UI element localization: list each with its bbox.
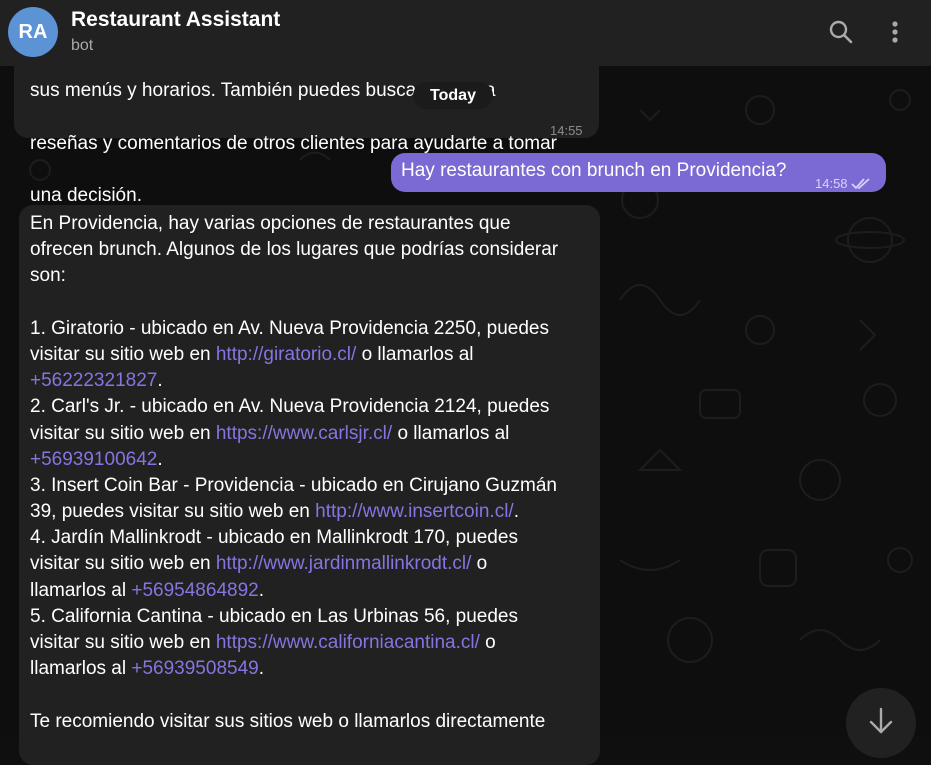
text-span: llamarlos al <box>30 579 132 601</box>
scroll-to-bottom-button[interactable] <box>846 688 916 758</box>
text-span: . <box>513 501 519 523</box>
text-span: o <box>479 632 496 653</box>
date-separator: Today <box>413 82 493 109</box>
arrow-down-icon <box>869 707 893 734</box>
website-link[interactable]: http://giratorio.cl/ <box>216 344 356 365</box>
text-span: . <box>157 448 163 470</box>
list-item-line: visitar su sitio web en http://www.jardi… <box>30 551 590 577</box>
list-item-line: 39, puedes visitar su sitio web en http:… <box>30 499 590 525</box>
text-span: visitar su sitio web en <box>30 422 216 444</box>
text-span: visitar su sitio web en <box>30 343 216 365</box>
text-span: o llamarlos al <box>356 343 474 365</box>
chat-subtitle: bot <box>71 37 94 54</box>
message-line: son: <box>30 265 66 287</box>
text-span: visitar su sitio web en <box>30 553 216 575</box>
list-item-line: visitar su sitio web en https://www.cali… <box>30 630 590 656</box>
list-item-line: +56939100642. <box>30 447 590 473</box>
list-item-line: llamarlos al +56939508549. <box>30 656 590 682</box>
website-link[interactable]: http://www.jardinmallinkrodt.cl/ <box>216 553 472 574</box>
list-item-line: 5. California Cantina - ubicado en Las U… <box>30 605 518 627</box>
phone-link[interactable]: +56222321827 <box>30 370 157 391</box>
website-link[interactable]: http://www.insertcoin.cl/ <box>315 501 514 522</box>
text-span: . <box>258 658 264 680</box>
website-link[interactable]: https://www.californiacantina.cl/ <box>216 632 480 653</box>
website-link[interactable]: https://www.carlsjr.cl/ <box>216 423 392 444</box>
text-span: 39, puedes visitar su sitio web en <box>30 501 316 523</box>
phone-link[interactable]: +56954864892 <box>131 580 258 601</box>
list-item-line: 4. Jardín Mallinkrodt - ubicado en Malli… <box>30 527 518 549</box>
text-span: llamarlos al <box>30 658 132 680</box>
list-item-line: 2. Carl's Jr. - ubicado en Av. Nueva Pro… <box>30 396 550 418</box>
list-item-line: visitar su sitio web en https://www.carl… <box>30 421 590 447</box>
phone-link[interactable]: +56939100642 <box>30 449 157 470</box>
more-vertical-icon <box>892 21 898 43</box>
more-options-button[interactable] <box>880 17 910 47</box>
list-item-line: llamarlos al +56954864892. <box>30 578 590 604</box>
text-span: o llamarlos al <box>392 422 510 444</box>
message-line: En Providencia, hay varias opciones de r… <box>30 213 511 234</box>
list-item-line: visitar su sitio web en http://giratorio… <box>30 342 590 368</box>
chat-header: RA Restaurant Assistant bot <box>0 0 931 66</box>
message-time: 14:58 <box>815 176 848 191</box>
text-span: o <box>471 553 488 575</box>
search-button[interactable] <box>826 17 856 47</box>
chat-title[interactable]: Restaurant Assistant <box>71 8 280 32</box>
text-span: . <box>157 370 163 392</box>
message-bubble-incoming[interactable]: En Providencia, hay varias opciones de r… <box>19 205 600 765</box>
phone-link[interactable]: +56939508549 <box>131 658 258 679</box>
message-time: 14:55 <box>550 123 583 138</box>
message-text: Hay restaurantes con brunch en Providenc… <box>401 160 787 181</box>
list-item-line: 3. Insert Coin Bar - Providencia - ubica… <box>30 474 557 496</box>
list-item-line: +56222321827. <box>30 368 590 394</box>
message-bubble-outgoing[interactable]: Hay restaurantes con brunch en Providenc… <box>391 153 886 192</box>
message-meta: 14:58 <box>815 171 871 197</box>
double-check-icon <box>850 178 870 190</box>
text-span: . <box>258 579 264 601</box>
text-span: visitar su sitio web en <box>30 632 216 653</box>
message-text: En Providencia, hay varias opciones de r… <box>30 211 590 735</box>
search-icon <box>829 20 853 44</box>
avatar[interactable]: RA <box>8 7 58 57</box>
message-line: ofrecen brunch. Algunos de los lugares q… <box>30 239 559 261</box>
message-line: Te recomiendo visitar sus sitios web o l… <box>30 710 546 732</box>
message-line: sus menús y horarios. También puedes bus… <box>30 80 496 102</box>
list-item-line: 1. Giratorio - ubicado en Av. Nueva Prov… <box>30 317 549 339</box>
